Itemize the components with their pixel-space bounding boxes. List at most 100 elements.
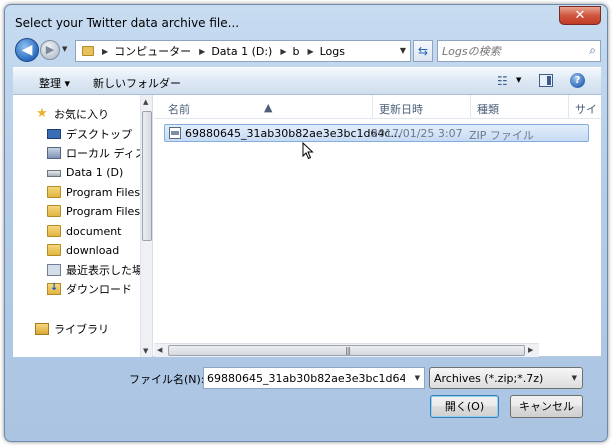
dialog-footer: ファイル名(N): ▼ Archives (*.zip;*.7z) ▼ 開く(O… [13, 357, 601, 437]
address-bar: ◀ ▶ ▼ ▶ コンピューター ▶ Data 1 (D:) ▶ b ▶ Logs… [13, 35, 601, 67]
horizontal-scrollbar[interactable]: ◀ ||| ▶ [154, 343, 539, 357]
navigation-pane: ★ お気に入り デスクトップ ローカル ディス Data 1 (D) Progr… [13, 95, 153, 357]
breadcrumb-drive[interactable]: Data 1 (D:) [211, 45, 272, 58]
nav-item-desktop[interactable]: デスクトップ [47, 125, 132, 143]
nav-item-label: ローカル ディス [66, 147, 146, 160]
file-row-selected[interactable]: 69880645_31ab30b82ae3e3bc1d64c... 2017/0… [164, 124, 589, 142]
folder-icon [47, 244, 61, 256]
chevron-right-icon[interactable]: ▶ [199, 47, 205, 56]
drive-icon [47, 170, 61, 177]
chevron-right-icon[interactable]: ▶ [280, 47, 286, 56]
help-icon[interactable]: ? [570, 73, 585, 88]
star-icon: ★ [36, 106, 48, 121]
scrollbar-thumb[interactable]: ||| [168, 345, 525, 356]
preview-pane-icon[interactable] [539, 74, 553, 87]
chevron-down-icon[interactable]: ▼ [572, 374, 577, 382]
search-box[interactable]: ⌕ [437, 40, 601, 62]
column-header-name[interactable]: 名前 [168, 101, 190, 117]
folder-icon [47, 205, 61, 217]
breadcrumb-computer[interactable]: コンピューター [114, 43, 191, 59]
nav-item-download[interactable]: download [47, 241, 119, 259]
nav-item-downloads[interactable]: ダウンロード [47, 280, 132, 298]
recent-pages-dropdown-icon[interactable]: ▼ [62, 45, 67, 53]
column-divider[interactable] [568, 95, 569, 119]
mouse-cursor-icon [302, 142, 314, 160]
chevron-down-icon[interactable]: ▼ [415, 374, 420, 382]
address-dropdown-icon[interactable]: ▼ [400, 46, 406, 55]
recent-places-icon [47, 264, 61, 276]
back-arrow-icon: ◀ [21, 42, 33, 58]
file-list: ▲ 名前 更新日時 種類 サイ 69880645_31ab30b82ae3e3b… [154, 95, 601, 357]
cancel-button[interactable]: キャンセル [510, 395, 583, 418]
open-button[interactable]: 開く(O) [430, 395, 499, 418]
file-dialog-window: Select your Twitter data archive file...… [4, 4, 608, 442]
sort-ascending-icon: ▲ [264, 101, 273, 114]
column-header-type[interactable]: 種類 [477, 101, 499, 117]
nav-item-local-disk[interactable]: ローカル ディス [47, 144, 146, 162]
scrollbar-grip-icon: ||| [345, 346, 351, 355]
file-type-filter[interactable]: Archives (*.zip;*.7z) ▼ [429, 367, 583, 389]
zip-file-icon [169, 127, 181, 139]
nav-item-label: document [66, 224, 122, 238]
organize-button[interactable]: 整理 ▾ [39, 75, 70, 91]
close-icon: ✕ [574, 8, 586, 23]
file-name: 69880645_31ab30b82ae3e3bc1d64c... [185, 127, 402, 140]
nav-vertical-scrollbar[interactable]: ▲ ▼ [140, 95, 152, 357]
nav-item-data1[interactable]: Data 1 (D) [47, 163, 123, 181]
chevron-right-icon[interactable]: ▶ [307, 47, 313, 56]
column-header-size[interactable]: サイ [575, 101, 597, 117]
nav-item-label: download [66, 243, 120, 257]
forward-arrow-icon: ▶ [45, 43, 55, 56]
chevron-right-icon[interactable]: ▶ [102, 47, 108, 56]
desktop-icon [47, 129, 61, 139]
back-button[interactable]: ◀ [15, 38, 39, 62]
search-input[interactable] [442, 44, 572, 59]
breadcrumb-logs[interactable]: Logs [320, 45, 345, 58]
breadcrumb-b[interactable]: b [292, 45, 299, 58]
scroll-right-icon[interactable]: ▶ [528, 346, 533, 354]
refresh-button[interactable]: ⇆ [413, 40, 433, 62]
scrollbar-thumb[interactable] [142, 111, 152, 241]
refresh-icon: ⇆ [417, 44, 429, 58]
search-icon[interactable]: ⌕ [589, 43, 596, 58]
scroll-up-icon[interactable]: ▲ [143, 98, 148, 106]
scroll-left-icon[interactable]: ◀ [157, 346, 162, 354]
column-header-row: ▲ 名前 更新日時 種類 サイ [154, 95, 601, 119]
downloads-icon [47, 282, 61, 295]
nav-item-favorites[interactable]: ★ お気に入り [35, 105, 109, 123]
nav-item-label: お気に入り [54, 108, 109, 121]
change-view-icon[interactable]: ☷ [497, 74, 508, 88]
command-bar: 整理 ▾ 新しいフォルダー ☷ ▼ ? [13, 67, 601, 95]
new-folder-button[interactable]: 新しいフォルダー [93, 75, 181, 91]
nav-item-document[interactable]: document [47, 222, 122, 240]
nav-item-label: ダウンロード [66, 283, 132, 296]
column-divider[interactable] [470, 95, 471, 119]
content-area: ★ お気に入り デスクトップ ローカル ディス Data 1 (D) Progr… [13, 95, 601, 357]
nav-item-label: Program Files ( [66, 204, 148, 218]
nav-item-program-files-x86[interactable]: Program Files ( [47, 202, 148, 220]
file-type: ZIP ファイル [469, 129, 534, 142]
column-header-modified[interactable]: 更新日時 [379, 101, 423, 117]
nav-item-program-files[interactable]: Program Files [47, 183, 140, 201]
filename-input[interactable] [207, 371, 405, 386]
nav-item-label: Program Files [66, 185, 141, 199]
column-divider[interactable] [372, 95, 373, 119]
local-disk-icon [47, 147, 61, 159]
file-type-filter-value: Archives (*.zip;*.7z) [434, 372, 544, 385]
filename-label: ファイル名(N): [129, 373, 205, 386]
filename-combobox[interactable]: ▼ [203, 367, 425, 389]
close-button[interactable]: ✕ [559, 6, 601, 25]
window-title: Select your Twitter data archive file... [15, 16, 240, 30]
nav-item-libraries[interactable]: ライブラリ [35, 320, 109, 338]
nav-item-label: ライブラリ [54, 323, 109, 336]
nav-item-label: デスクトップ [66, 128, 132, 141]
scroll-down-icon[interactable]: ▼ [143, 347, 148, 355]
view-dropdown-icon[interactable]: ▼ [516, 76, 521, 84]
nav-item-recent-places[interactable]: 最近表示した場所 [47, 261, 152, 279]
file-modified: 2017/01/25 3:07 [371, 127, 463, 140]
breadcrumb[interactable]: ▶ コンピューター ▶ Data 1 (D:) ▶ b ▶ Logs ▼ [75, 40, 411, 62]
nav-item-label: Data 1 (D) [66, 165, 124, 179]
folder-icon [47, 225, 61, 237]
folder-icon [47, 186, 61, 198]
forward-button[interactable]: ▶ [40, 40, 60, 60]
